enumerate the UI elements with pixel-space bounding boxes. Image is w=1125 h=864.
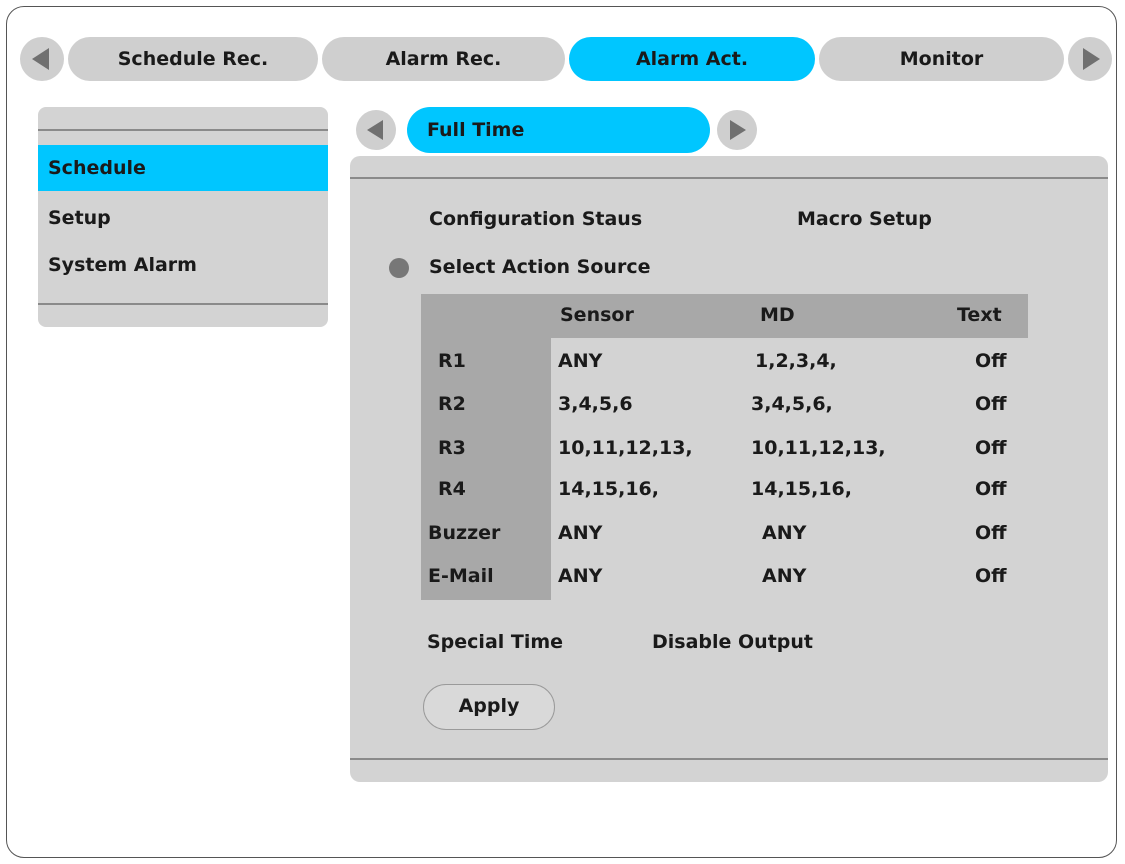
row-label-r1: R1 (438, 350, 466, 372)
cell-buzzer-sensor[interactable]: ANY (558, 522, 602, 544)
cell-r2-md[interactable]: 3,4,5,6, (751, 393, 833, 415)
cell-buzzer-md[interactable]: ANY (762, 522, 806, 544)
cell-email-text[interactable]: Off (975, 565, 1007, 587)
cell-buzzer-text[interactable]: Off (975, 522, 1007, 544)
row-label-r2: R2 (438, 393, 466, 415)
tab-schedule-rec[interactable]: Schedule Rec. (68, 37, 318, 81)
cell-r1-text[interactable]: Off (975, 350, 1007, 372)
panel-divider-bottom (350, 758, 1108, 760)
cell-r2-sensor[interactable]: 3,4,5,6 (558, 393, 633, 415)
tab-alarm-act[interactable]: Alarm Act. (569, 37, 815, 81)
cell-r4-text[interactable]: Off (975, 478, 1007, 500)
row-label-r3: R3 (438, 437, 466, 459)
radio-indicator-icon[interactable] (389, 258, 409, 278)
select-action-source-label[interactable]: Select Action Source (429, 256, 650, 278)
subtab-prev-arrow-icon[interactable] (356, 110, 396, 150)
cell-email-md[interactable]: ANY (762, 565, 806, 587)
subtab-next-arrow-icon[interactable] (717, 110, 757, 150)
tab-monitor[interactable]: Monitor (819, 37, 1064, 81)
row-label-r4: R4 (438, 478, 466, 500)
cell-r1-sensor[interactable]: ANY (558, 350, 602, 372)
column-header-md: MD (760, 304, 795, 326)
cell-r3-sensor[interactable]: 10,11,12,13, (558, 437, 693, 459)
cell-email-sensor[interactable]: ANY (558, 565, 602, 587)
table-row-header-column (421, 338, 551, 600)
menu-item-system-alarm[interactable]: System Alarm (38, 242, 328, 288)
menu-item-schedule[interactable]: Schedule (38, 145, 328, 191)
cell-r4-sensor[interactable]: 14,15,16, (558, 478, 659, 500)
column-header-sensor: Sensor (560, 304, 634, 326)
subtab-full-time[interactable]: Full Time (407, 107, 710, 153)
cell-r3-md[interactable]: 10,11,12,13, (751, 437, 886, 459)
special-time-link[interactable]: Special Time (427, 631, 563, 653)
menu-item-setup[interactable]: Setup (38, 195, 328, 241)
configuration-status-link[interactable]: Configuration Staus (429, 208, 642, 230)
cell-r4-md[interactable]: 14,15,16, (751, 478, 852, 500)
menu-divider-top (38, 129, 328, 131)
macro-setup-link[interactable]: Macro Setup (797, 208, 932, 230)
side-menu: Schedule Setup System Alarm (38, 107, 328, 327)
menu-divider-bottom (38, 303, 328, 305)
row-label-buzzer: Buzzer (428, 522, 501, 544)
cell-r3-text[interactable]: Off (975, 437, 1007, 459)
apply-button[interactable]: Apply (423, 684, 555, 730)
cell-r1-md[interactable]: 1,2,3,4, (755, 350, 837, 372)
tab-next-arrow-icon[interactable] (1068, 37, 1112, 81)
panel-divider-top (350, 177, 1108, 179)
cell-r2-text[interactable]: Off (975, 393, 1007, 415)
table-header (421, 294, 1028, 338)
column-header-text: Text (957, 304, 1002, 326)
row-label-email: E-Mail (428, 565, 494, 587)
tab-prev-arrow-icon[interactable] (20, 37, 64, 81)
disable-output-link[interactable]: Disable Output (652, 631, 813, 653)
tab-alarm-rec[interactable]: Alarm Rec. (322, 37, 565, 81)
